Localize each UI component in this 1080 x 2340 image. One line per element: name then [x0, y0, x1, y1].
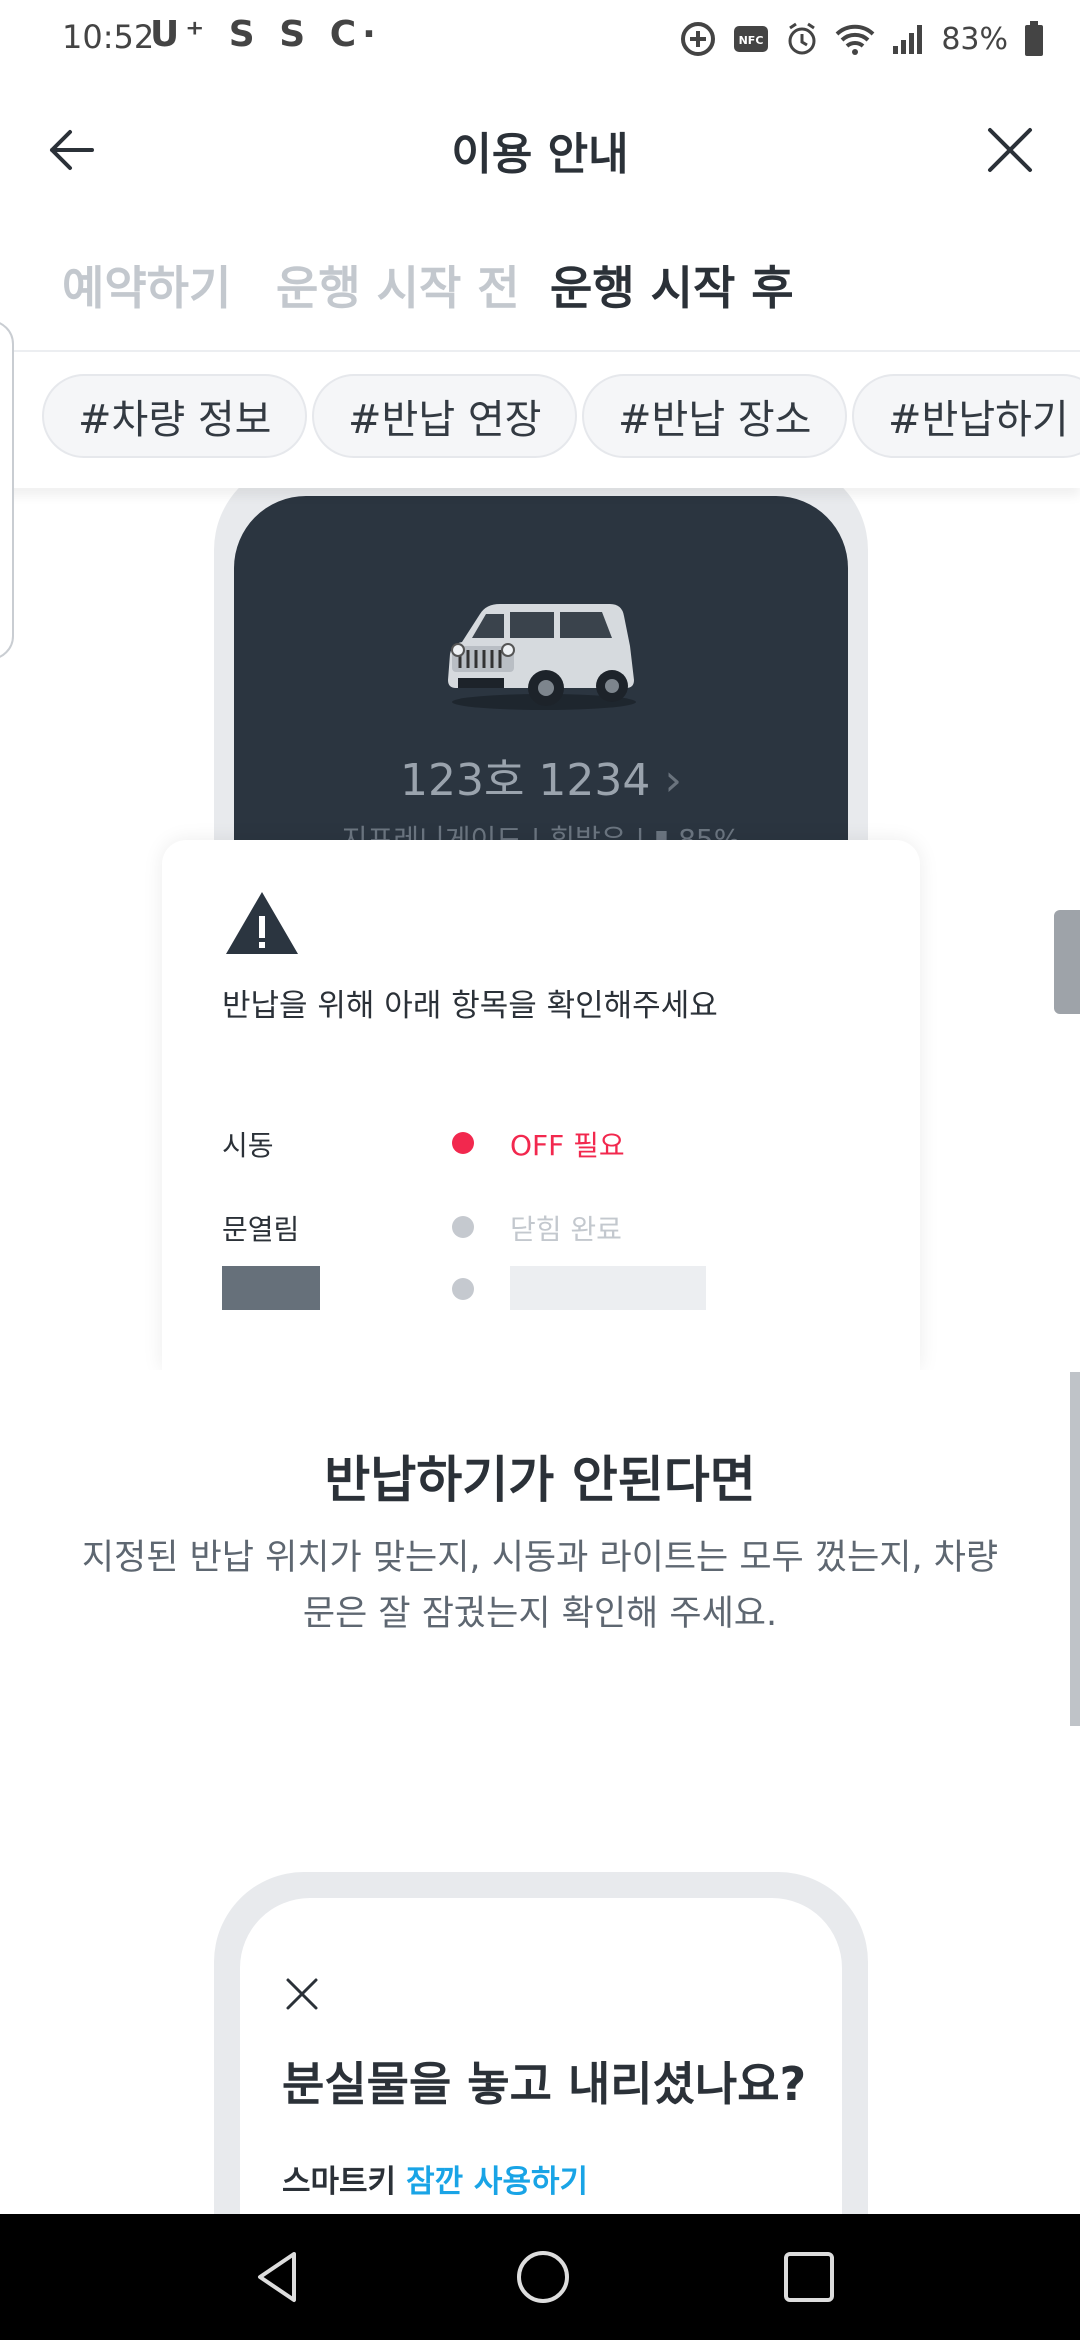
scrollbar-thumb[interactable] [1054, 910, 1080, 1014]
nav-back-icon[interactable] [246, 2244, 312, 2310]
status-bar: 10:52 U⁺ S S C· NFC 83% [0, 0, 1080, 78]
status-dot [452, 1278, 474, 1300]
placeholder-value-block [510, 1266, 706, 1310]
plate-number[interactable]: 123호 1234 › [234, 744, 848, 808]
check-label: 문열림 [222, 1213, 300, 1246]
car-image [448, 604, 636, 710]
lost-item-title: 분실물을 놓고 내리셨나요? [282, 2057, 807, 2111]
placeholder-label-block [222, 1266, 320, 1310]
chip-vehicle-info[interactable]: #차량 정보 [42, 374, 308, 458]
tab-after-drive[interactable]: 운행 시작 후 [550, 252, 794, 318]
smartkey-use-link[interactable]: 잠깐 사용하기 [406, 2164, 588, 2200]
topic-chips: #차량 정보 #반납 연장 #반납 장소 #반납하기 [0, 354, 1080, 488]
edge-panel-handle[interactable] [0, 320, 14, 660]
warning-icon [226, 892, 298, 954]
status-dot [452, 1216, 474, 1238]
return-card-title: 반납을 위해 아래 항목을 확인해주세요 [222, 988, 718, 1024]
close-icon [286, 1978, 318, 2010]
tab-before-drive[interactable]: 운행 시작 전 [276, 252, 520, 318]
status-dot [452, 1132, 474, 1154]
return-checklist-card: 반납을 위해 아래 항목을 확인해주세요 시동 OFF 필요 문열림 닫힘 완료 [162, 840, 920, 1370]
tab-reservation[interactable]: 예약하기 [62, 252, 231, 318]
wifi-icon [835, 24, 875, 55]
system-nav-bar [0, 2214, 1080, 2340]
plate-number-text: 123호 1234 [399, 755, 651, 806]
chip-return[interactable]: #반납하기 [852, 374, 1080, 458]
check-row-door: 문열림 닫힘 완료 [222, 1204, 862, 1248]
check-label: 시동 [222, 1129, 274, 1162]
chip-return-location[interactable]: #반납 장소 [582, 374, 848, 458]
section-body: 지정된 반납 위치가 맞는지, 시동과 라이트는 모두 껐는지, 차량 문은 잘… [81, 1538, 999, 1634]
return-help-section: 반납하기가 안된다면 지정된 반납 위치가 맞는지, 시동과 라이트는 모두 껐… [0, 1370, 1080, 1870]
status-icons: NFC 83% [679, 14, 1044, 64]
svg-text:NFC: NFC [739, 34, 764, 47]
status-time: 10:52 [62, 18, 155, 56]
data-saver-icon [681, 22, 716, 56]
check-row-placeholder [222, 1266, 862, 1310]
page-title: 이용 안내 [451, 129, 629, 180]
alarm-icon [788, 22, 816, 55]
tab-bar: 예약하기 운행 시작 전 운행 시작 후 [0, 236, 1080, 358]
check-status: OFF 필요 [510, 1129, 625, 1162]
check-row-ignition: 시동 OFF 필요 [222, 1120, 862, 1164]
signal-icon [893, 25, 923, 54]
app-header: 이용 안내 [0, 88, 1080, 212]
nfc-icon: NFC [734, 26, 769, 52]
smartkey-label: 스마트키 [282, 2164, 397, 2200]
check-status: 닫힘 완료 [510, 1213, 622, 1246]
scrollbar-thumb[interactable] [1070, 1372, 1080, 1726]
chip-return-extension[interactable]: #반납 연장 [312, 374, 578, 458]
smartkey-row: 스마트키 잠깐 사용하기 [282, 2156, 588, 2201]
battery-percent: 83% [941, 21, 1008, 57]
close-icon [988, 128, 1032, 172]
carrier-icons: U⁺ S S C· [150, 14, 382, 55]
battery-icon [1025, 21, 1043, 56]
nav-home-icon[interactable] [510, 2244, 576, 2310]
close-button[interactable] [976, 116, 1044, 184]
phone-mockup-screen: 분실물을 놓고 내리셨나요? 스마트키 잠깐 사용하기 [240, 1898, 842, 2232]
chevron-right-icon: › [664, 755, 683, 806]
section-title: 반납하기가 안된다면 [324, 1451, 756, 1509]
nav-recents-icon[interactable] [776, 2244, 842, 2310]
